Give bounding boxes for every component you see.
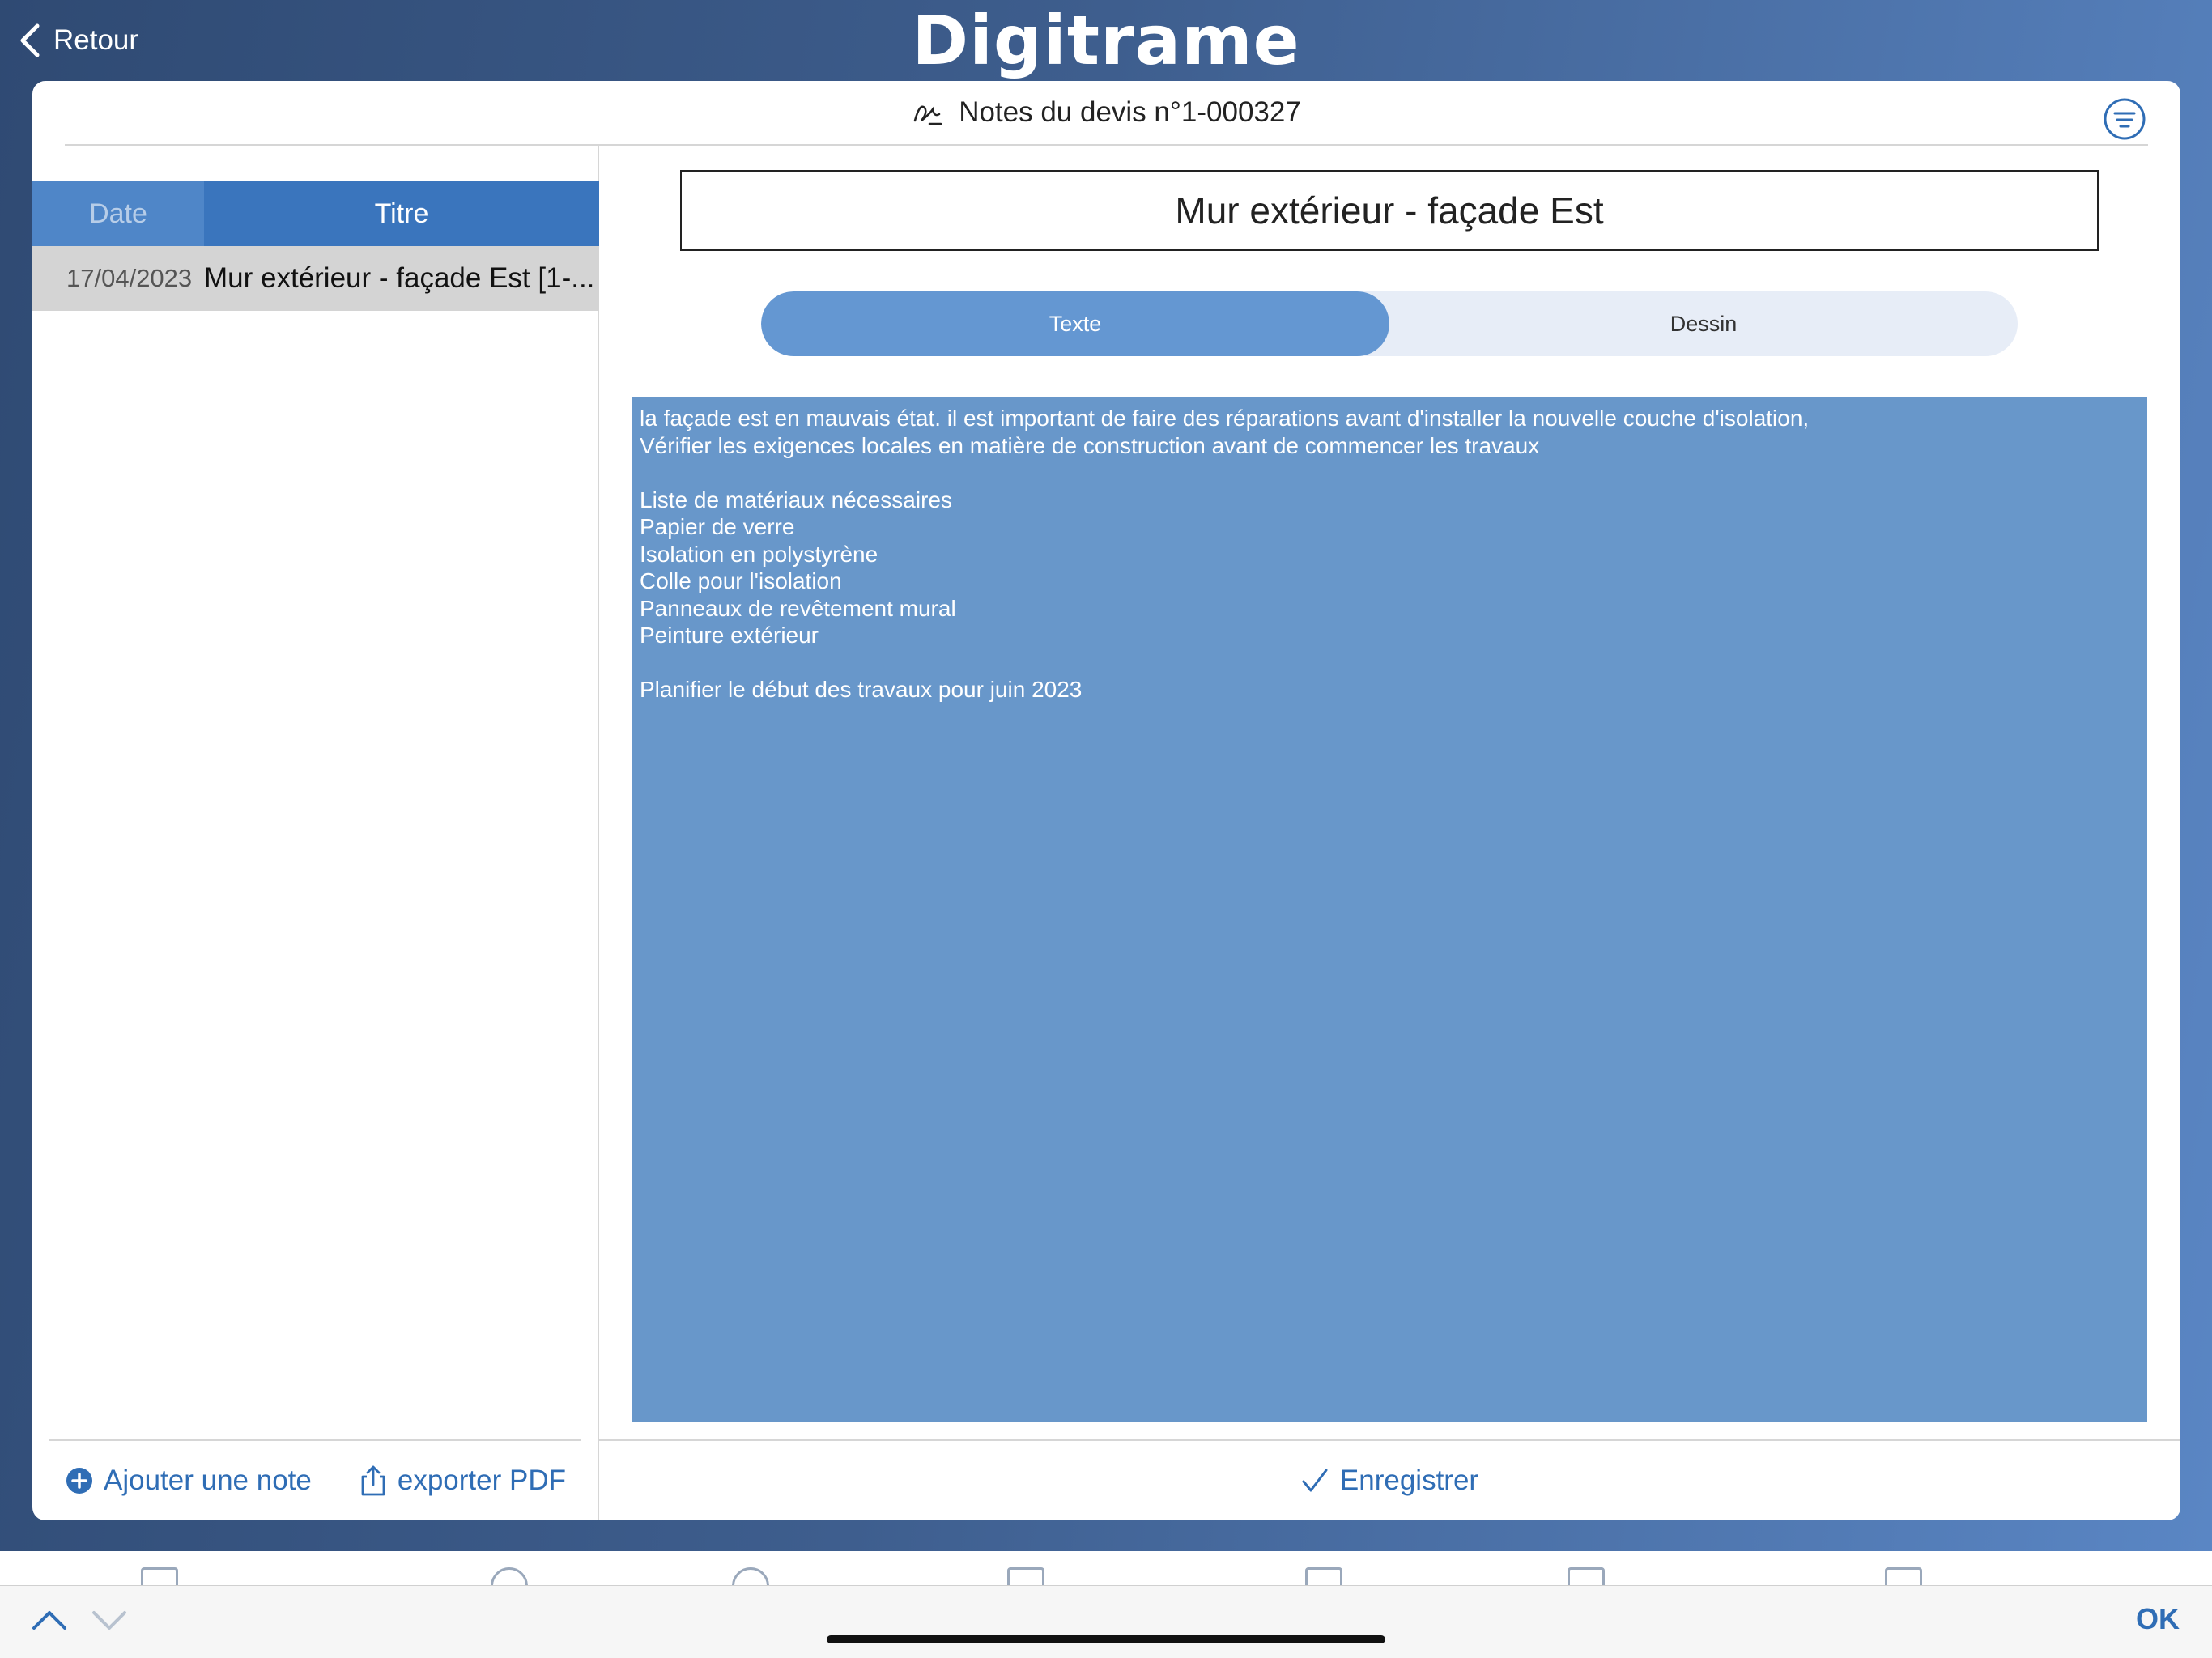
app-background: Retour Digitrame Notes du devis n°1-0003… — [0, 0, 2212, 1551]
list-item[interactable]: 17/04/2023 Mur extérieur - façade Est [1… — [32, 246, 599, 311]
sort-by-date[interactable]: Date — [32, 181, 204, 246]
note-title: Mur extérieur - façade Est [1-... — [204, 262, 595, 294]
note-date: 17/04/2023 — [66, 264, 193, 292]
checkmark-icon — [1302, 1469, 1328, 1492]
add-note-label: Ajouter une note — [104, 1465, 312, 1496]
document-icon[interactable] — [1568, 1567, 1605, 1585]
export-pdf-button[interactable]: exporter PDF — [359, 1465, 566, 1497]
filter-icon — [2104, 98, 2146, 140]
card-title: Notes du devis n°1-000327 — [959, 96, 1301, 128]
tab-icon[interactable] — [491, 1567, 528, 1585]
signature-icon — [913, 105, 942, 125]
editor-footer: Enregistrer — [599, 1439, 2180, 1520]
keyboard-accessory-bar: OK — [0, 1585, 2212, 1658]
tab-text[interactable]: Texte — [761, 291, 1389, 356]
save-label: Enregistrer — [1339, 1465, 1479, 1496]
notes-list-footer: Ajouter une note exporter PDF — [49, 1439, 581, 1520]
notes-list-header: Date Titre — [32, 181, 599, 246]
editor-mode-switch: Texte Dessin — [761, 291, 2018, 356]
sort-by-title[interactable]: Titre — [204, 181, 599, 246]
tab-drawing[interactable]: Dessin — [1389, 291, 2018, 356]
notes-card: Notes du devis n°1-000327 Date Titre 17/… — [32, 81, 2180, 1520]
note-text-area[interactable]: la façade est en mauvais état. il est im… — [632, 397, 2147, 1422]
tab-icon[interactable] — [732, 1567, 769, 1585]
chevron-up-icon[interactable] — [29, 1604, 70, 1636]
ok-button[interactable]: OK — [2136, 1602, 2180, 1636]
share-icon — [361, 1465, 385, 1496]
notes-list-panel: Date Titre 17/04/2023 Mur extérieur - fa… — [32, 146, 599, 1520]
card-header: Notes du devis n°1-000327 — [65, 81, 2148, 146]
add-note-button[interactable]: Ajouter une note — [65, 1465, 312, 1497]
export-pdf-label: exporter PDF — [397, 1465, 566, 1496]
plus-circle-icon — [66, 1468, 92, 1494]
note-editor-panel: Mur extérieur - façade Est Texte Dessin … — [599, 146, 2180, 1520]
home-indicator — [827, 1635, 1385, 1643]
settings-icon[interactable] — [1885, 1567, 1922, 1585]
note-title-input[interactable]: Mur extérieur - façade Est — [680, 170, 2099, 251]
save-button[interactable]: Enregistrer — [1301, 1465, 1478, 1497]
filter-button[interactable] — [2103, 97, 2146, 141]
bottom-tab-bar — [0, 1551, 2212, 1585]
chevron-down-icon[interactable] — [89, 1604, 130, 1636]
document-icon[interactable] — [1305, 1567, 1342, 1585]
home-icon[interactable] — [141, 1567, 178, 1585]
app-logo: Digitrame — [912, 1, 1300, 80]
list-icon[interactable] — [1007, 1567, 1044, 1585]
